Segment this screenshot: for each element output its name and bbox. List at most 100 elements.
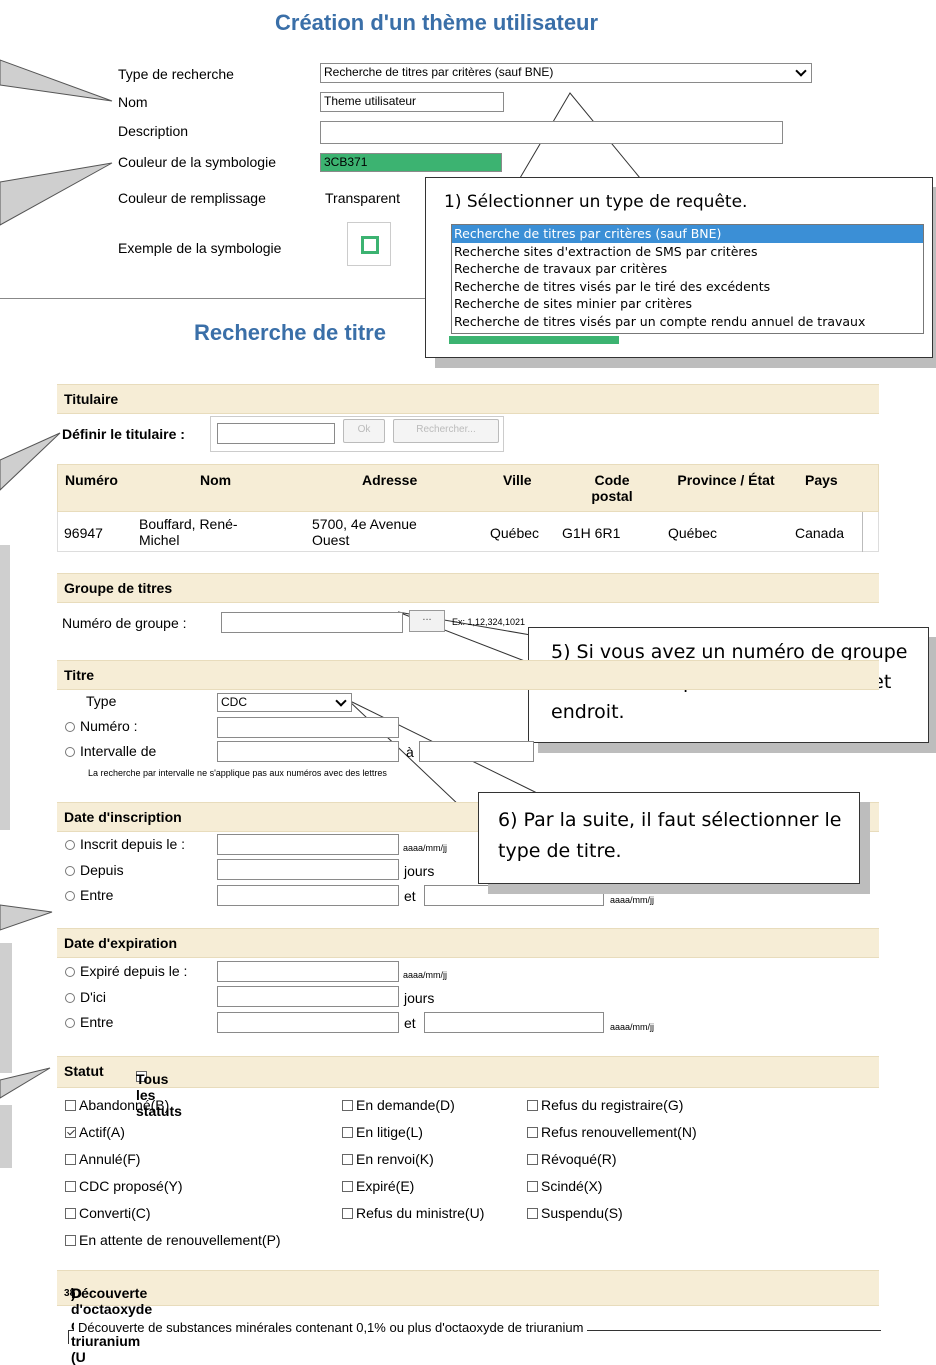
expiration-between-from[interactable]	[217, 1012, 399, 1033]
status-checkbox[interactable]: Refus du registraire(G)	[527, 1097, 683, 1113]
radio-entre-label: Entre	[80, 887, 114, 903]
checkbox-icon	[527, 1181, 538, 1192]
radio-entre[interactable]: Entre	[65, 1014, 113, 1030]
type-option-selected[interactable]: Recherche de titres par critères (sauf B…	[452, 225, 923, 243]
group-picker-button[interactable]: ...	[409, 610, 445, 632]
name-input[interactable]: Theme utilisateur	[320, 92, 504, 112]
inscription-between-from[interactable]	[217, 885, 399, 906]
date-format-hint: aaaa/mm/jj	[610, 895, 655, 905]
description-label: Description	[118, 123, 189, 139]
status-label: Converti(C)	[79, 1205, 151, 1221]
status-label: En demande(D)	[356, 1097, 455, 1113]
days-label: jours	[404, 990, 435, 1006]
group-number-input[interactable]	[221, 612, 403, 633]
status-label: Scindé(X)	[541, 1178, 603, 1194]
radio-expire-depuis[interactable]: Expiré depuis le :	[65, 963, 187, 979]
search-title: Recherche de titre	[194, 320, 386, 345]
grey-callout-fragment	[0, 545, 10, 830]
radio-intervalle[interactable]: Intervalle de	[65, 743, 156, 759]
type-option[interactable]: Recherche de titres visés par un compte …	[452, 313, 923, 331]
status-checkbox[interactable]: Abandonné(B)	[65, 1097, 169, 1113]
symbol-example-icon	[361, 236, 379, 254]
checkbox-icon	[527, 1154, 538, 1165]
checkbox-icon	[65, 1208, 76, 1219]
title-type-value: CDC	[221, 695, 247, 709]
description-input[interactable]	[320, 121, 783, 144]
fill-color-value[interactable]: Transparent	[325, 190, 400, 206]
status-checkbox[interactable]: Converti(C)	[65, 1205, 151, 1221]
type-option[interactable]: Recherche sites d'extraction de SMS par …	[452, 243, 923, 261]
page-title: Création d'un thème utilisateur	[275, 10, 599, 35]
checkbox-icon	[342, 1208, 353, 1219]
status-checkbox[interactable]: Suspendu(S)	[527, 1205, 623, 1221]
cell-pays: Canada	[795, 525, 845, 541]
owner-input[interactable]	[217, 423, 335, 444]
type-option[interactable]: Recherche de sites minier par critères	[452, 295, 923, 313]
inscription-since-date-input[interactable]	[217, 834, 399, 855]
radio-inscrit-depuis[interactable]: Inscrit depuis le :	[65, 836, 185, 852]
search-owner-button[interactable]: Rechercher...	[393, 419, 499, 443]
inscription-between-to[interactable]	[424, 885, 604, 906]
checkbox-icon	[527, 1208, 538, 1219]
checkbox-icon	[342, 1100, 353, 1111]
interval-to-input[interactable]	[419, 741, 534, 762]
status-checkbox[interactable]: Refus renouvellement(N)	[527, 1124, 697, 1140]
inscription-days-input[interactable]	[217, 859, 399, 880]
radio-icon	[65, 891, 75, 901]
status-label: En litige(L)	[356, 1124, 423, 1140]
grey-callout-fragment	[0, 1105, 12, 1168]
status-checkbox[interactable]: Refus du ministre(U)	[342, 1205, 484, 1221]
symbol-color-label: Couleur de la symbologie	[118, 154, 276, 170]
radio-icon	[65, 993, 75, 1003]
group-number-label: Numéro de groupe :	[62, 615, 187, 631]
status-checkbox[interactable]: Actif(A)	[65, 1124, 125, 1140]
ok-button[interactable]: Ok	[343, 419, 385, 443]
section-titre: Titre	[57, 660, 879, 690]
status-label: Actif(A)	[79, 1124, 125, 1140]
type-options-list[interactable]: Recherche de titres par critères (sauf B…	[451, 224, 924, 334]
expiration-between-to[interactable]	[424, 1012, 604, 1033]
radio-entre[interactable]: Entre	[65, 887, 113, 903]
table-scrollbar[interactable]	[862, 512, 863, 552]
title-type-label: Type	[86, 693, 117, 709]
title-number-input[interactable]	[217, 717, 399, 738]
status-checkbox[interactable]: En demande(D)	[342, 1097, 455, 1113]
checkbox-icon	[342, 1154, 353, 1165]
status-label: CDC proposé(Y)	[79, 1178, 183, 1194]
status-checkbox[interactable]: En renvoi(K)	[342, 1151, 434, 1167]
cell-province: Québec	[668, 525, 718, 541]
status-checkbox[interactable]: Scindé(X)	[527, 1178, 602, 1194]
callout-select-type: 1) Sélectionner un type de requête. Rech…	[425, 177, 933, 358]
status-checkbox[interactable]: En litige(L)	[342, 1124, 423, 1140]
status-label: Refus renouvellement(N)	[541, 1124, 697, 1140]
type-select-value: Recherche de titres par critères (sauf B…	[324, 65, 554, 79]
status-checkbox[interactable]: Révoqué(R)	[527, 1151, 616, 1167]
interval-from-input[interactable]	[217, 741, 399, 762]
col-numero: Numéro	[65, 472, 118, 488]
section-groupe-label: Groupe de titres	[64, 580, 173, 596]
section-titre-label: Titre	[64, 667, 95, 683]
cell-ville: Québec	[490, 525, 540, 541]
expiration-days-input[interactable]	[217, 986, 399, 1007]
name-label: Nom	[118, 94, 148, 110]
title-type-select[interactable]: CDC	[217, 693, 352, 712]
status-checkbox[interactable]: CDC proposé(Y)	[65, 1178, 182, 1194]
radio-numero[interactable]: Numéro :	[65, 718, 138, 734]
radio-depuis[interactable]: Depuis	[65, 862, 124, 878]
type-option[interactable]: Recherche de travaux par critères	[452, 260, 923, 278]
cell-numero: 96947	[64, 525, 103, 541]
decouverte-fieldset-legend: Découverte de substances minérales conte…	[74, 1320, 588, 1335]
symbol-color-input[interactable]: 3CB371	[320, 153, 502, 172]
type-select[interactable]: Recherche de titres par critères (sauf B…	[320, 63, 812, 83]
col-pays: Pays	[805, 472, 838, 488]
expiration-since-date-input[interactable]	[217, 961, 399, 982]
radio-dici[interactable]: D'ici	[65, 989, 106, 1005]
status-checkbox[interactable]: Annulé(F)	[65, 1151, 140, 1167]
status-checkbox[interactable]: Expiré(E)	[342, 1178, 414, 1194]
green-strip	[449, 336, 619, 344]
group-example: Ex: 1,12,324,1021	[452, 617, 526, 627]
type-option[interactable]: Recherche de titres visés par le tiré de…	[452, 278, 923, 296]
status-checkbox[interactable]: En attente de renouvellement(P)	[65, 1232, 281, 1248]
radio-dici-label: D'ici	[80, 989, 107, 1005]
et-label: et	[404, 888, 416, 904]
